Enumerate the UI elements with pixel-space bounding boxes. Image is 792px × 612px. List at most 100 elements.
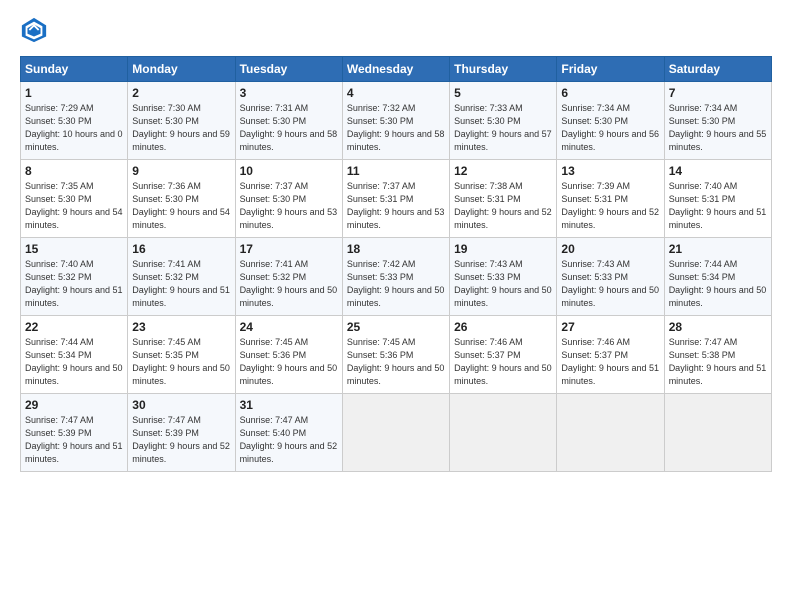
day-number: 27 bbox=[561, 320, 659, 334]
day-cell: 16 Sunrise: 7:41 AMSunset: 5:32 PMDayligh… bbox=[128, 238, 235, 316]
day-cell bbox=[342, 394, 449, 472]
day-number: 19 bbox=[454, 242, 552, 256]
day-cell: 8Sunrise: 7:35 AMSunset: 5:30 PMDaylight… bbox=[21, 160, 128, 238]
day-number: 14 bbox=[669, 164, 767, 178]
day-number: 2 bbox=[132, 86, 230, 100]
day-info: Sunrise: 7:34 AMSunset: 5:30 PMDaylight:… bbox=[669, 103, 767, 152]
col-header-monday: Monday bbox=[128, 57, 235, 82]
day-info: Sunrise: 7:45 AMSunset: 5:36 PMDaylight:… bbox=[240, 337, 338, 386]
day-number: 15 bbox=[25, 242, 123, 256]
day-cell: 7 Sunrise: 7:34 AMSunset: 5:30 PMDaylight… bbox=[664, 82, 771, 160]
day-info: Sunrise: 7:44 AMSunset: 5:34 PMDaylight:… bbox=[25, 337, 123, 386]
day-cell: 14 Sunrise: 7:40 AMSunset: 5:31 PMDayligh… bbox=[664, 160, 771, 238]
day-info: Sunrise: 7:30 AMSunset: 5:30 PMDaylight:… bbox=[132, 103, 230, 152]
day-cell: 12 Sunrise: 7:38 AMSunset: 5:31 PMDayligh… bbox=[450, 160, 557, 238]
week-row-2: 8Sunrise: 7:35 AMSunset: 5:30 PMDaylight… bbox=[21, 160, 772, 238]
calendar-table: SundayMondayTuesdayWednesdayThursdayFrid… bbox=[20, 56, 772, 472]
day-number: 1 bbox=[25, 86, 123, 100]
day-cell: 1 Sunrise: 7:29 AMSunset: 5:30 PMDaylight… bbox=[21, 82, 128, 160]
day-cell: 21 Sunrise: 7:44 AMSunset: 5:34 PMDayligh… bbox=[664, 238, 771, 316]
day-cell: 11Sunrise: 7:37 AMSunset: 5:31 PMDayligh… bbox=[342, 160, 449, 238]
day-number: 16 bbox=[132, 242, 230, 256]
day-cell bbox=[450, 394, 557, 472]
day-number: 13 bbox=[561, 164, 659, 178]
day-info: Sunrise: 7:35 AMSunset: 5:30 PMDaylight:… bbox=[25, 181, 123, 230]
week-row-5: 29 Sunrise: 7:47 AMSunset: 5:39 PMDayligh… bbox=[21, 394, 772, 472]
day-number: 21 bbox=[669, 242, 767, 256]
day-cell: 29 Sunrise: 7:47 AMSunset: 5:39 PMDayligh… bbox=[21, 394, 128, 472]
week-row-1: 1 Sunrise: 7:29 AMSunset: 5:30 PMDaylight… bbox=[21, 82, 772, 160]
day-info: Sunrise: 7:41 AMSunset: 5:32 PMDaylight:… bbox=[240, 259, 338, 308]
logo bbox=[20, 16, 52, 44]
day-info: Sunrise: 7:45 AMSunset: 5:35 PMDaylight:… bbox=[132, 337, 230, 386]
day-cell: 27 Sunrise: 7:46 AMSunset: 5:37 PMDayligh… bbox=[557, 316, 664, 394]
day-info: Sunrise: 7:43 AMSunset: 5:33 PMDaylight:… bbox=[561, 259, 659, 308]
day-cell: 3Sunrise: 7:31 AMSunset: 5:30 PMDaylight… bbox=[235, 82, 342, 160]
day-cell: 22 Sunrise: 7:44 AMSunset: 5:34 PMDayligh… bbox=[21, 316, 128, 394]
day-cell: 2 Sunrise: 7:30 AMSunset: 5:30 PMDaylight… bbox=[128, 82, 235, 160]
day-number: 11 bbox=[347, 164, 445, 178]
day-cell: 31 Sunrise: 7:47 AMSunset: 5:40 PMDayligh… bbox=[235, 394, 342, 472]
day-info: Sunrise: 7:47 AMSunset: 5:38 PMDaylight:… bbox=[669, 337, 767, 386]
day-number: 6 bbox=[561, 86, 659, 100]
day-number: 30 bbox=[132, 398, 230, 412]
day-number: 24 bbox=[240, 320, 338, 334]
day-number: 25 bbox=[347, 320, 445, 334]
day-info: Sunrise: 7:32 AMSunset: 5:30 PMDaylight:… bbox=[347, 103, 445, 152]
col-header-friday: Friday bbox=[557, 57, 664, 82]
day-number: 31 bbox=[240, 398, 338, 412]
day-number: 22 bbox=[25, 320, 123, 334]
day-info: Sunrise: 7:46 AMSunset: 5:37 PMDaylight:… bbox=[561, 337, 659, 386]
calendar-container: SundayMondayTuesdayWednesdayThursdayFrid… bbox=[0, 0, 792, 482]
day-info: Sunrise: 7:47 AMSunset: 5:40 PMDaylight:… bbox=[240, 415, 338, 464]
day-info: Sunrise: 7:39 AMSunset: 5:31 PMDaylight:… bbox=[561, 181, 659, 230]
day-cell: 17 Sunrise: 7:41 AMSunset: 5:32 PMDayligh… bbox=[235, 238, 342, 316]
logo-icon bbox=[20, 16, 48, 44]
col-header-wednesday: Wednesday bbox=[342, 57, 449, 82]
day-info: Sunrise: 7:45 AMSunset: 5:36 PMDaylight:… bbox=[347, 337, 445, 386]
day-cell: 25 Sunrise: 7:45 AMSunset: 5:36 PMDayligh… bbox=[342, 316, 449, 394]
day-number: 20 bbox=[561, 242, 659, 256]
day-info: Sunrise: 7:31 AMSunset: 5:30 PMDaylight:… bbox=[240, 103, 338, 152]
col-header-saturday: Saturday bbox=[664, 57, 771, 82]
header-row: SundayMondayTuesdayWednesdayThursdayFrid… bbox=[21, 57, 772, 82]
day-info: Sunrise: 7:29 AMSunset: 5:30 PMDaylight:… bbox=[25, 103, 123, 152]
day-number: 18 bbox=[347, 242, 445, 256]
day-cell: 28 Sunrise: 7:47 AMSunset: 5:38 PMDayligh… bbox=[664, 316, 771, 394]
week-row-4: 22 Sunrise: 7:44 AMSunset: 5:34 PMDayligh… bbox=[21, 316, 772, 394]
day-info: Sunrise: 7:40 AMSunset: 5:31 PMDaylight:… bbox=[669, 181, 767, 230]
day-info: Sunrise: 7:47 AMSunset: 5:39 PMDaylight:… bbox=[132, 415, 230, 464]
week-row-3: 15 Sunrise: 7:40 AMSunset: 5:32 PMDayligh… bbox=[21, 238, 772, 316]
day-number: 23 bbox=[132, 320, 230, 334]
col-header-thursday: Thursday bbox=[450, 57, 557, 82]
day-number: 17 bbox=[240, 242, 338, 256]
day-cell: 10Sunrise: 7:37 AMSunset: 5:30 PMDayligh… bbox=[235, 160, 342, 238]
day-cell bbox=[557, 394, 664, 472]
day-cell: 24 Sunrise: 7:45 AMSunset: 5:36 PMDayligh… bbox=[235, 316, 342, 394]
header bbox=[20, 16, 772, 44]
day-number: 5 bbox=[454, 86, 552, 100]
day-cell: 20 Sunrise: 7:43 AMSunset: 5:33 PMDayligh… bbox=[557, 238, 664, 316]
day-info: Sunrise: 7:33 AMSunset: 5:30 PMDaylight:… bbox=[454, 103, 552, 152]
day-info: Sunrise: 7:38 AMSunset: 5:31 PMDaylight:… bbox=[454, 181, 552, 230]
day-cell: 18Sunrise: 7:42 AMSunset: 5:33 PMDayligh… bbox=[342, 238, 449, 316]
day-cell: 9Sunrise: 7:36 AMSunset: 5:30 PMDaylight… bbox=[128, 160, 235, 238]
day-info: Sunrise: 7:46 AMSunset: 5:37 PMDaylight:… bbox=[454, 337, 552, 386]
day-info: Sunrise: 7:43 AMSunset: 5:33 PMDaylight:… bbox=[454, 259, 552, 308]
day-number: 12 bbox=[454, 164, 552, 178]
day-info: Sunrise: 7:41 AMSunset: 5:32 PMDaylight:… bbox=[132, 259, 230, 308]
day-cell: 6 Sunrise: 7:34 AMSunset: 5:30 PMDaylight… bbox=[557, 82, 664, 160]
day-info: Sunrise: 7:44 AMSunset: 5:34 PMDaylight:… bbox=[669, 259, 767, 308]
day-cell: 19 Sunrise: 7:43 AMSunset: 5:33 PMDayligh… bbox=[450, 238, 557, 316]
day-info: Sunrise: 7:40 AMSunset: 5:32 PMDaylight:… bbox=[25, 259, 123, 308]
day-cell: 13 Sunrise: 7:39 AMSunset: 5:31 PMDayligh… bbox=[557, 160, 664, 238]
col-header-tuesday: Tuesday bbox=[235, 57, 342, 82]
day-number: 29 bbox=[25, 398, 123, 412]
day-number: 7 bbox=[669, 86, 767, 100]
day-number: 28 bbox=[669, 320, 767, 334]
day-info: Sunrise: 7:34 AMSunset: 5:30 PMDaylight:… bbox=[561, 103, 659, 152]
day-number: 26 bbox=[454, 320, 552, 334]
day-info: Sunrise: 7:47 AMSunset: 5:39 PMDaylight:… bbox=[25, 415, 123, 464]
day-info: Sunrise: 7:37 AMSunset: 5:30 PMDaylight:… bbox=[240, 181, 338, 230]
day-number: 9 bbox=[132, 164, 230, 178]
